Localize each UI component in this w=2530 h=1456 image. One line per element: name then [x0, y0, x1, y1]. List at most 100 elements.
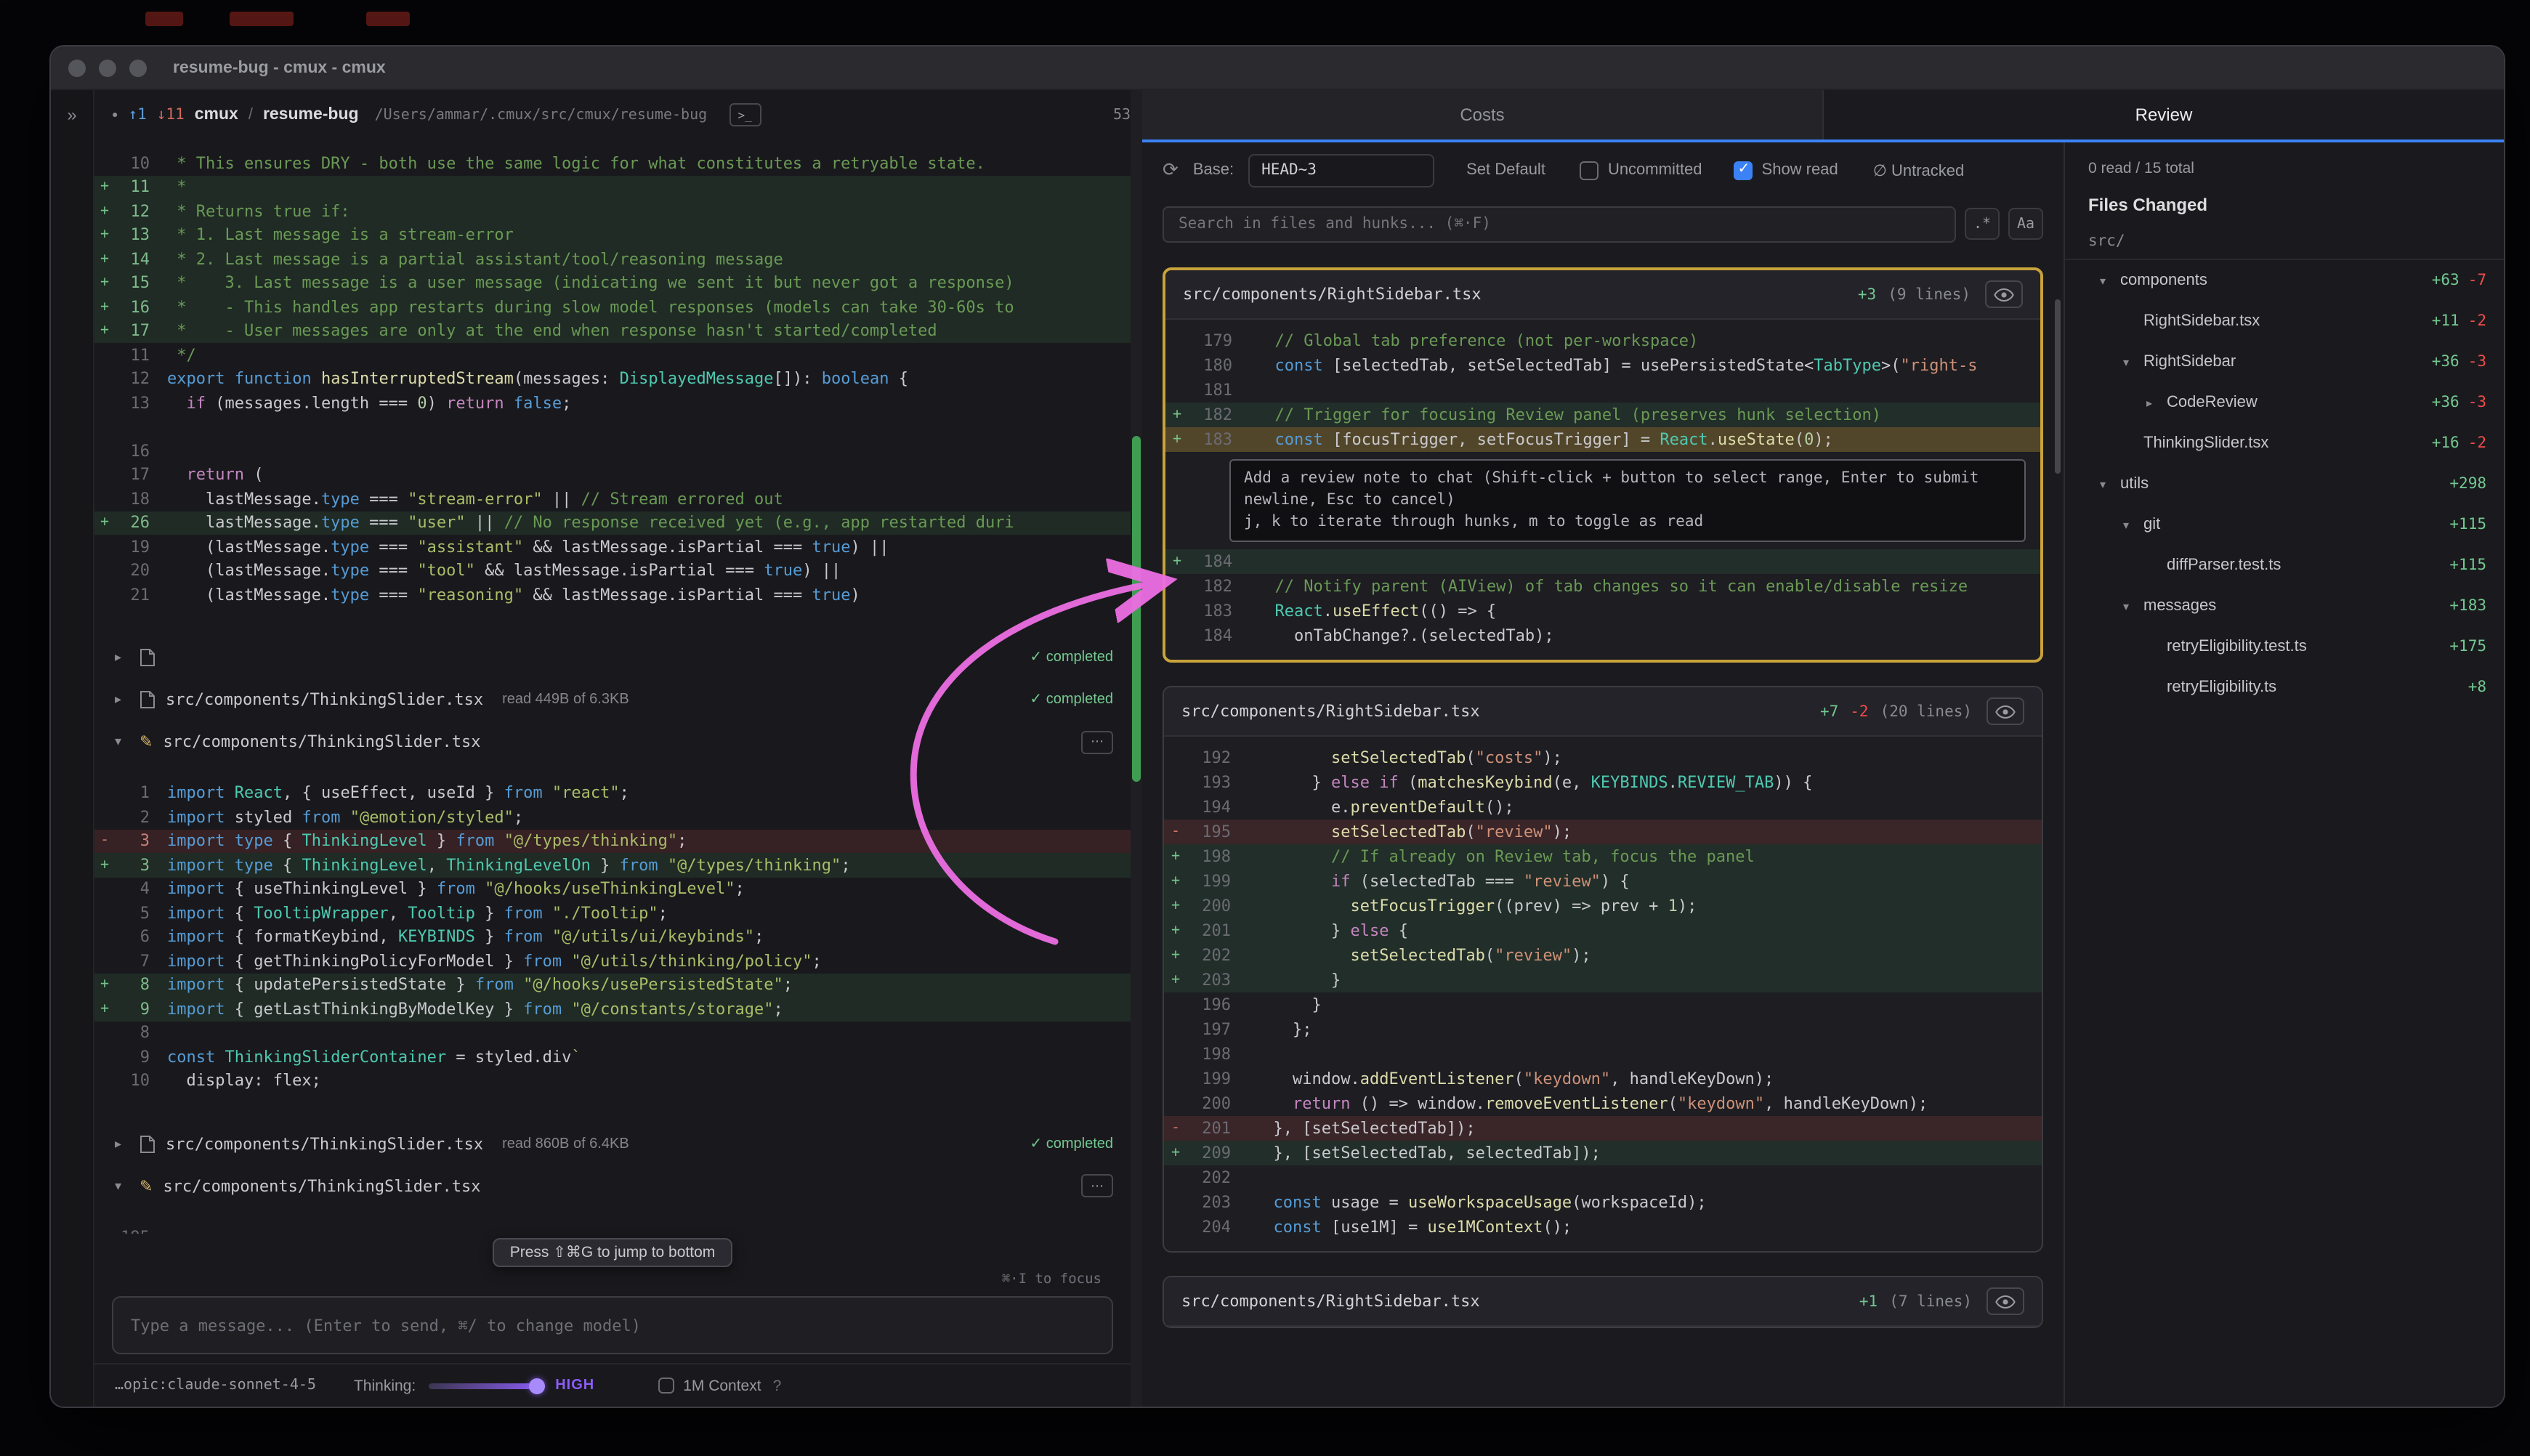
model-name[interactable]: …opic:claude-sonnet-4-5 — [115, 1378, 316, 1394]
tool-call-row[interactable]: ▸src/components/ThinkingSlider.tsxread 4… — [94, 681, 1131, 719]
diff-card-header[interactable]: src/components/RightSidebar.tsx+1(7 line… — [1164, 1277, 2042, 1327]
show-read-toggle[interactable]: Show read — [1734, 161, 1838, 179]
uncommitted-toggle[interactable]: Uncommitted — [1580, 161, 1702, 179]
code-line[interactable]: 193 } else if (matchesKeybind(e, KEYBIND… — [1164, 770, 2042, 795]
tool-call-row[interactable]: ▾✎src/components/ThinkingSlider.tsx⋯ — [94, 723, 1131, 761]
file-tree-row[interactable]: ▾messages+183 — [2065, 586, 2504, 626]
code-line[interactable]: +203 } — [1164, 968, 2042, 992]
tool-call-row[interactable]: ▸✓ completed — [94, 639, 1131, 676]
refresh-icon[interactable]: ⟳ — [1163, 158, 1179, 182]
tab-costs[interactable]: Costs — [1142, 90, 1822, 139]
code-line[interactable]: 183 React.useEffect(() => { — [1165, 599, 2040, 623]
chevron-right-icon[interactable]: ▸ — [115, 650, 129, 666]
diff-card-header[interactable]: src/components/RightSidebar.tsx+7-2(20 l… — [1164, 687, 2042, 737]
chevron-right-icon[interactable]: ▸ — [115, 692, 129, 708]
project-name[interactable]: cmux — [195, 106, 238, 124]
file-tree-row[interactable]: RightSidebar.tsx+11-2 — [2065, 301, 2504, 341]
code-line[interactable]: +182 // Trigger for focusing Review pane… — [1165, 403, 2040, 427]
chevron-down-icon[interactable]: ▾ — [2123, 599, 2143, 612]
code-line[interactable]: +198 // If already on Review tab, focus … — [1164, 844, 2042, 869]
tab-review[interactable]: Review — [1822, 90, 2504, 139]
code-line[interactable]: 198 — [1164, 1042, 2042, 1067]
code-line[interactable]: +209 }, [setSelectedTab, selectedTab]); — [1164, 1141, 2042, 1165]
file-tree-row[interactable]: retryEligibility.test.ts+175 — [2065, 626, 2504, 667]
diff-scrollbar-thumb[interactable] — [2055, 299, 2061, 474]
scrollbar-thumb[interactable] — [1132, 436, 1141, 782]
help-icon[interactable]: ? — [773, 1377, 782, 1394]
chevron-down-icon[interactable]: ▾ — [2100, 477, 2120, 490]
chevron-down-icon[interactable]: ▾ — [115, 1178, 129, 1194]
code-line: +26 lastMessage.type === "user" || // No… — [94, 511, 1131, 535]
code-line[interactable]: +183 const [focusTrigger, setFocusTrigge… — [1165, 427, 2040, 452]
diff-file-path: src/components/RightSidebar.tsx — [1183, 285, 1482, 304]
file-tree-row[interactable]: ▾git+115 — [2065, 504, 2504, 545]
jump-to-bottom-button[interactable]: Press ⇧⌘G to jump to bottom — [493, 1238, 733, 1267]
regex-toggle-button[interactable]: .* — [1965, 208, 2000, 240]
untracked-filter[interactable]: ∅ Untracked — [1873, 161, 1965, 179]
terminal-button[interactable]: >_ — [729, 103, 761, 126]
chevron-down-icon[interactable]: ▾ — [2123, 518, 2143, 531]
file-tree-row[interactable]: retryEligibility.ts+8 — [2065, 667, 2504, 708]
file-tree-row[interactable]: ▸CodeReview+36-3 — [2065, 382, 2504, 423]
code-line[interactable]: 181 — [1165, 378, 2040, 403]
file-tree-row[interactable]: ▾RightSidebar+36-3 — [2065, 341, 2504, 382]
match-case-toggle-button[interactable]: Aa — [2008, 208, 2043, 240]
code-line[interactable]: 179 // Global tab preference (not per-wo… — [1165, 328, 2040, 353]
mark-read-eye-button[interactable] — [1987, 697, 2024, 725]
chevron-right-icon[interactable]: ▸ — [115, 1136, 129, 1152]
close-button[interactable] — [68, 59, 86, 76]
code-text: lastMessage.type === "user" || // No res… — [167, 514, 1014, 533]
diff-card-header[interactable]: src/components/RightSidebar.tsx+3(9 line… — [1165, 270, 2040, 320]
set-default-button[interactable]: Set Default — [1466, 161, 1545, 179]
uncommitted-checkbox[interactable] — [1580, 161, 1599, 179]
code-line[interactable]: -195 setSelectedTab("review"); — [1164, 820, 2042, 844]
code-line[interactable]: 180 const [selectedTab, setSelectedTab] … — [1165, 353, 2040, 378]
zoom-button[interactable] — [129, 59, 147, 76]
chevron-down-icon[interactable]: ▾ — [115, 734, 129, 750]
chevron-down-icon[interactable]: ▾ — [2123, 355, 2143, 368]
message-input[interactable] — [112, 1296, 1113, 1354]
panel-scrollbar[interactable] — [1131, 90, 1142, 1407]
file-tree-row[interactable]: diffParser.test.ts+115 — [2065, 545, 2504, 586]
code-line[interactable]: 192 setSelectedTab("costs"); — [1164, 745, 2042, 770]
minimize-button[interactable] — [99, 59, 116, 76]
slider-knob-icon[interactable] — [529, 1378, 545, 1394]
code-line[interactable]: 196 } — [1164, 992, 2042, 1017]
code-line[interactable]: +200 setFocusTrigger((prev) => prev + 1)… — [1164, 894, 2042, 918]
collapse-sidebar-icon[interactable]: » — [67, 105, 76, 125]
tool-call-row[interactable]: ▾✎src/components/ThinkingSlider.tsx⋯ — [94, 1167, 1131, 1205]
context-1m-checkbox[interactable] — [658, 1378, 674, 1394]
base-ref-input[interactable] — [1248, 153, 1434, 187]
workspace-name[interactable]: resume-bug — [263, 106, 359, 124]
code-line[interactable]: +201 } else { — [1164, 918, 2042, 943]
chat-scroll-area[interactable]: 10 * This ensures DRY - both use the sam… — [94, 139, 1131, 1234]
code-line[interactable]: 182 // Notify parent (AIView) of tab cha… — [1165, 574, 2040, 599]
review-note-input[interactable]: Add a review note to chat (Shift-click +… — [1229, 459, 2026, 542]
code-line[interactable]: 184 onTabChange?.(selectedTab); — [1165, 623, 2040, 648]
thinking-slider[interactable] — [429, 1383, 542, 1388]
expand-button[interactable]: ⋯ — [1081, 730, 1113, 753]
search-input[interactable] — [1163, 206, 1956, 242]
code-line[interactable]: 197 }; — [1164, 1017, 2042, 1042]
code-line[interactable]: 200 return () => window.removeEventListe… — [1164, 1091, 2042, 1116]
file-tree-row[interactable]: ThinkingSlider.tsx+16-2 — [2065, 423, 2504, 464]
chevron-down-icon[interactable]: ▾ — [2100, 274, 2120, 287]
file-tree-row[interactable]: ▾utils+298 — [2065, 464, 2504, 504]
show-read-checkbox[interactable] — [1734, 161, 1753, 179]
code-line[interactable]: +184 — [1165, 549, 2040, 574]
expand-button[interactable]: ⋯ — [1081, 1174, 1113, 1197]
chevron-right-icon[interactable]: ▸ — [2146, 396, 2167, 409]
code-line[interactable]: 202 — [1164, 1165, 2042, 1190]
code-line[interactable]: +202 setSelectedTab("review"); — [1164, 943, 2042, 968]
code-line[interactable]: 203 const usage = useWorkspaceUsage(work… — [1164, 1190, 2042, 1215]
code-line: 10 display: flex; — [94, 1069, 1131, 1093]
tool-call-row[interactable]: ▸src/components/ThinkingSlider.tsxread 8… — [94, 1125, 1131, 1162]
code-line[interactable]: -201 }, [setSelectedTab]); — [1164, 1116, 2042, 1141]
mark-read-eye-button[interactable] — [1987, 1287, 2024, 1315]
code-line[interactable]: 194 e.preventDefault(); — [1164, 795, 2042, 820]
code-line[interactable]: +199 if (selectedTab === "review") { — [1164, 869, 2042, 894]
code-line[interactable]: 204 const [use1M] = use1MContext(); — [1164, 1215, 2042, 1239]
file-tree-row[interactable]: ▾components+63-7 — [2065, 260, 2504, 301]
mark-read-eye-button[interactable] — [1985, 280, 2023, 308]
code-line[interactable]: 199 window.addEventListener("keydown", h… — [1164, 1067, 2042, 1091]
